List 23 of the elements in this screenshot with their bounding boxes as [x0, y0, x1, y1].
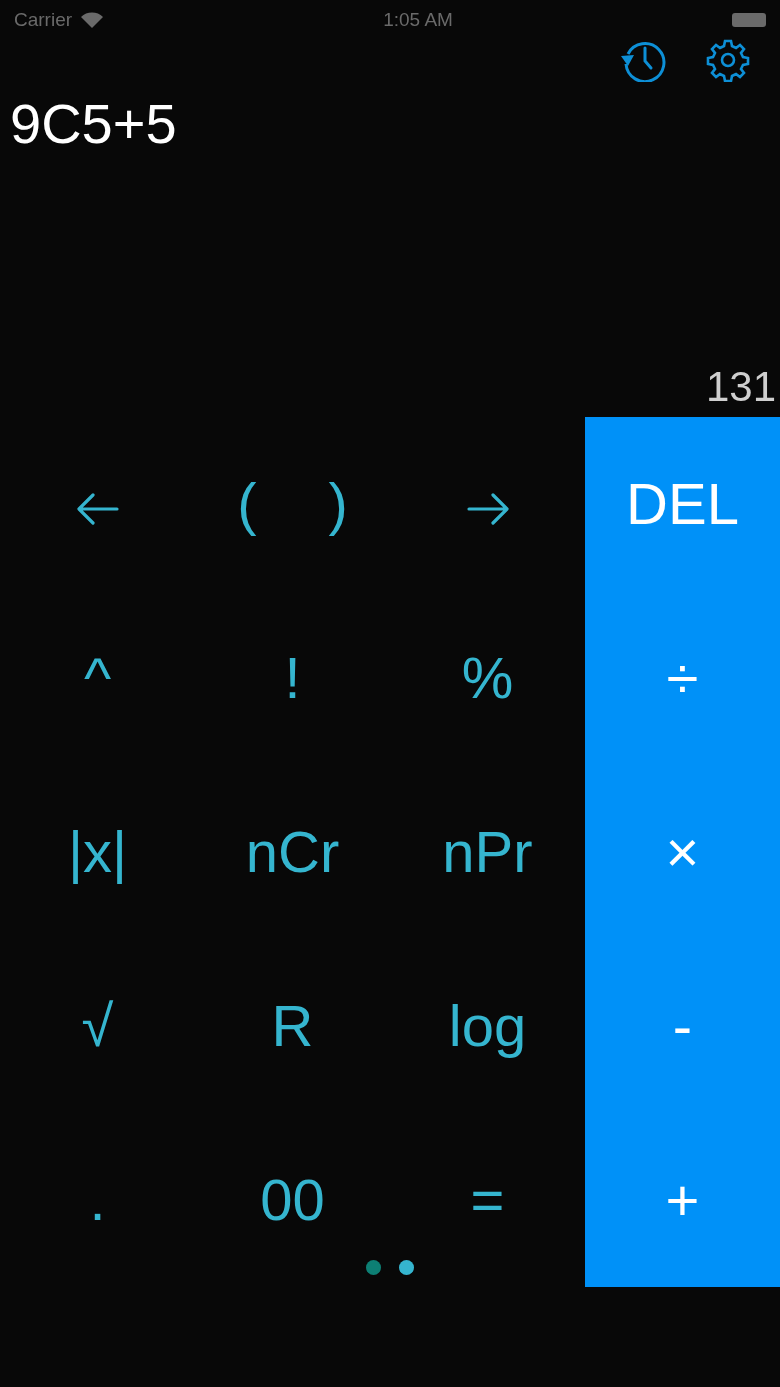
status-time: 1:05 AM	[383, 7, 453, 32]
calculator-key[interactable]: ^	[77, 646, 118, 711]
carrier-label: Carrier	[14, 7, 73, 32]
calculator-key[interactable]: |x|	[61, 820, 134, 885]
calculator-key[interactable]: %	[455, 646, 520, 711]
wifi-icon	[80, 11, 105, 29]
page-dot[interactable]	[399, 1260, 414, 1275]
calculator-key[interactable]: log	[442, 994, 533, 1059]
calculator-key[interactable]: =	[464, 1168, 511, 1233]
calculator-key[interactable]: !	[278, 646, 307, 711]
page-dot[interactable]	[366, 1260, 381, 1275]
calculator-key[interactable]: R	[265, 994, 320, 1059]
parenthesis-key[interactable]: (	[231, 472, 263, 537]
parenthesis-key[interactable]: )	[322, 472, 354, 537]
expression-display: 9C5+5	[9, 91, 178, 157]
calculator-key[interactable]: nPr	[436, 820, 539, 885]
calculator-key[interactable]: .	[83, 1168, 112, 1233]
calculator-key[interactable]: 00	[254, 1168, 331, 1233]
calculator-key[interactable]: nCr	[239, 820, 346, 885]
settings-icon[interactable]	[706, 38, 750, 82]
battery-icon	[732, 13, 766, 27]
calculator-key[interactable]: √	[75, 994, 120, 1059]
result-display: 131	[704, 362, 777, 413]
